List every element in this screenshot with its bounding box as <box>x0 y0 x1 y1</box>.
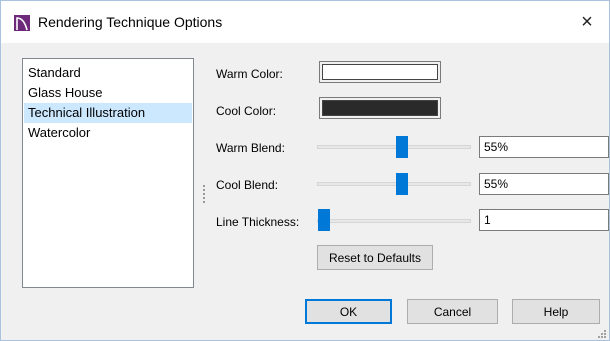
technique-list-item[interactable]: Glass House <box>24 83 192 103</box>
cool-blend-label: Cool Blend: <box>216 178 279 192</box>
window-title: Rendering Technique Options <box>38 14 223 30</box>
warm-blend-slider-thumb[interactable] <box>396 136 408 158</box>
line-thickness-input[interactable]: 1 <box>479 209 609 231</box>
help-button[interactable]: Help <box>512 299 600 324</box>
technique-list-item[interactable]: Watercolor <box>24 123 192 143</box>
cool-blend-track[interactable] <box>317 182 471 186</box>
cancel-button[interactable]: Cancel <box>407 299 498 324</box>
warm-blend-input[interactable]: 55% <box>479 136 609 158</box>
title-bar: Rendering Technique Options × <box>1 1 609 43</box>
warm-blend-label: Warm Blend: <box>216 141 285 155</box>
warm-color-swatch[interactable] <box>319 61 441 83</box>
line-thickness-track[interactable] <box>317 219 471 223</box>
cool-blend-slider-thumb[interactable] <box>396 173 408 195</box>
cool-color-label: Cool Color: <box>216 104 277 118</box>
warm-color-label: Warm Color: <box>216 67 283 81</box>
resize-grip-icon[interactable] <box>596 327 606 338</box>
technique-list-item[interactable]: Standard <box>24 63 192 83</box>
line-thickness-slider-thumb[interactable] <box>318 209 330 231</box>
splitter-grip[interactable] <box>203 185 207 203</box>
ok-button[interactable]: OK <box>305 299 392 324</box>
warm-blend-track[interactable] <box>317 145 471 149</box>
close-icon: × <box>581 10 593 33</box>
technique-list[interactable]: Standard Glass House Technical Illustrat… <box>22 58 194 288</box>
app-logo-icon <box>14 15 30 31</box>
technique-list-item-selected[interactable]: Technical Illustration <box>24 103 192 123</box>
dialog-window: Rendering Technique Options × Standard G… <box>0 0 610 341</box>
cool-blend-input[interactable]: 55% <box>479 173 609 195</box>
warm-color-fill <box>322 64 438 80</box>
cool-color-swatch[interactable] <box>319 97 441 119</box>
cool-color-fill <box>322 100 438 116</box>
reset-defaults-button[interactable]: Reset to Defaults <box>317 245 433 270</box>
close-button[interactable]: × <box>565 1 609 43</box>
line-thickness-label: Line Thickness: <box>216 215 300 229</box>
